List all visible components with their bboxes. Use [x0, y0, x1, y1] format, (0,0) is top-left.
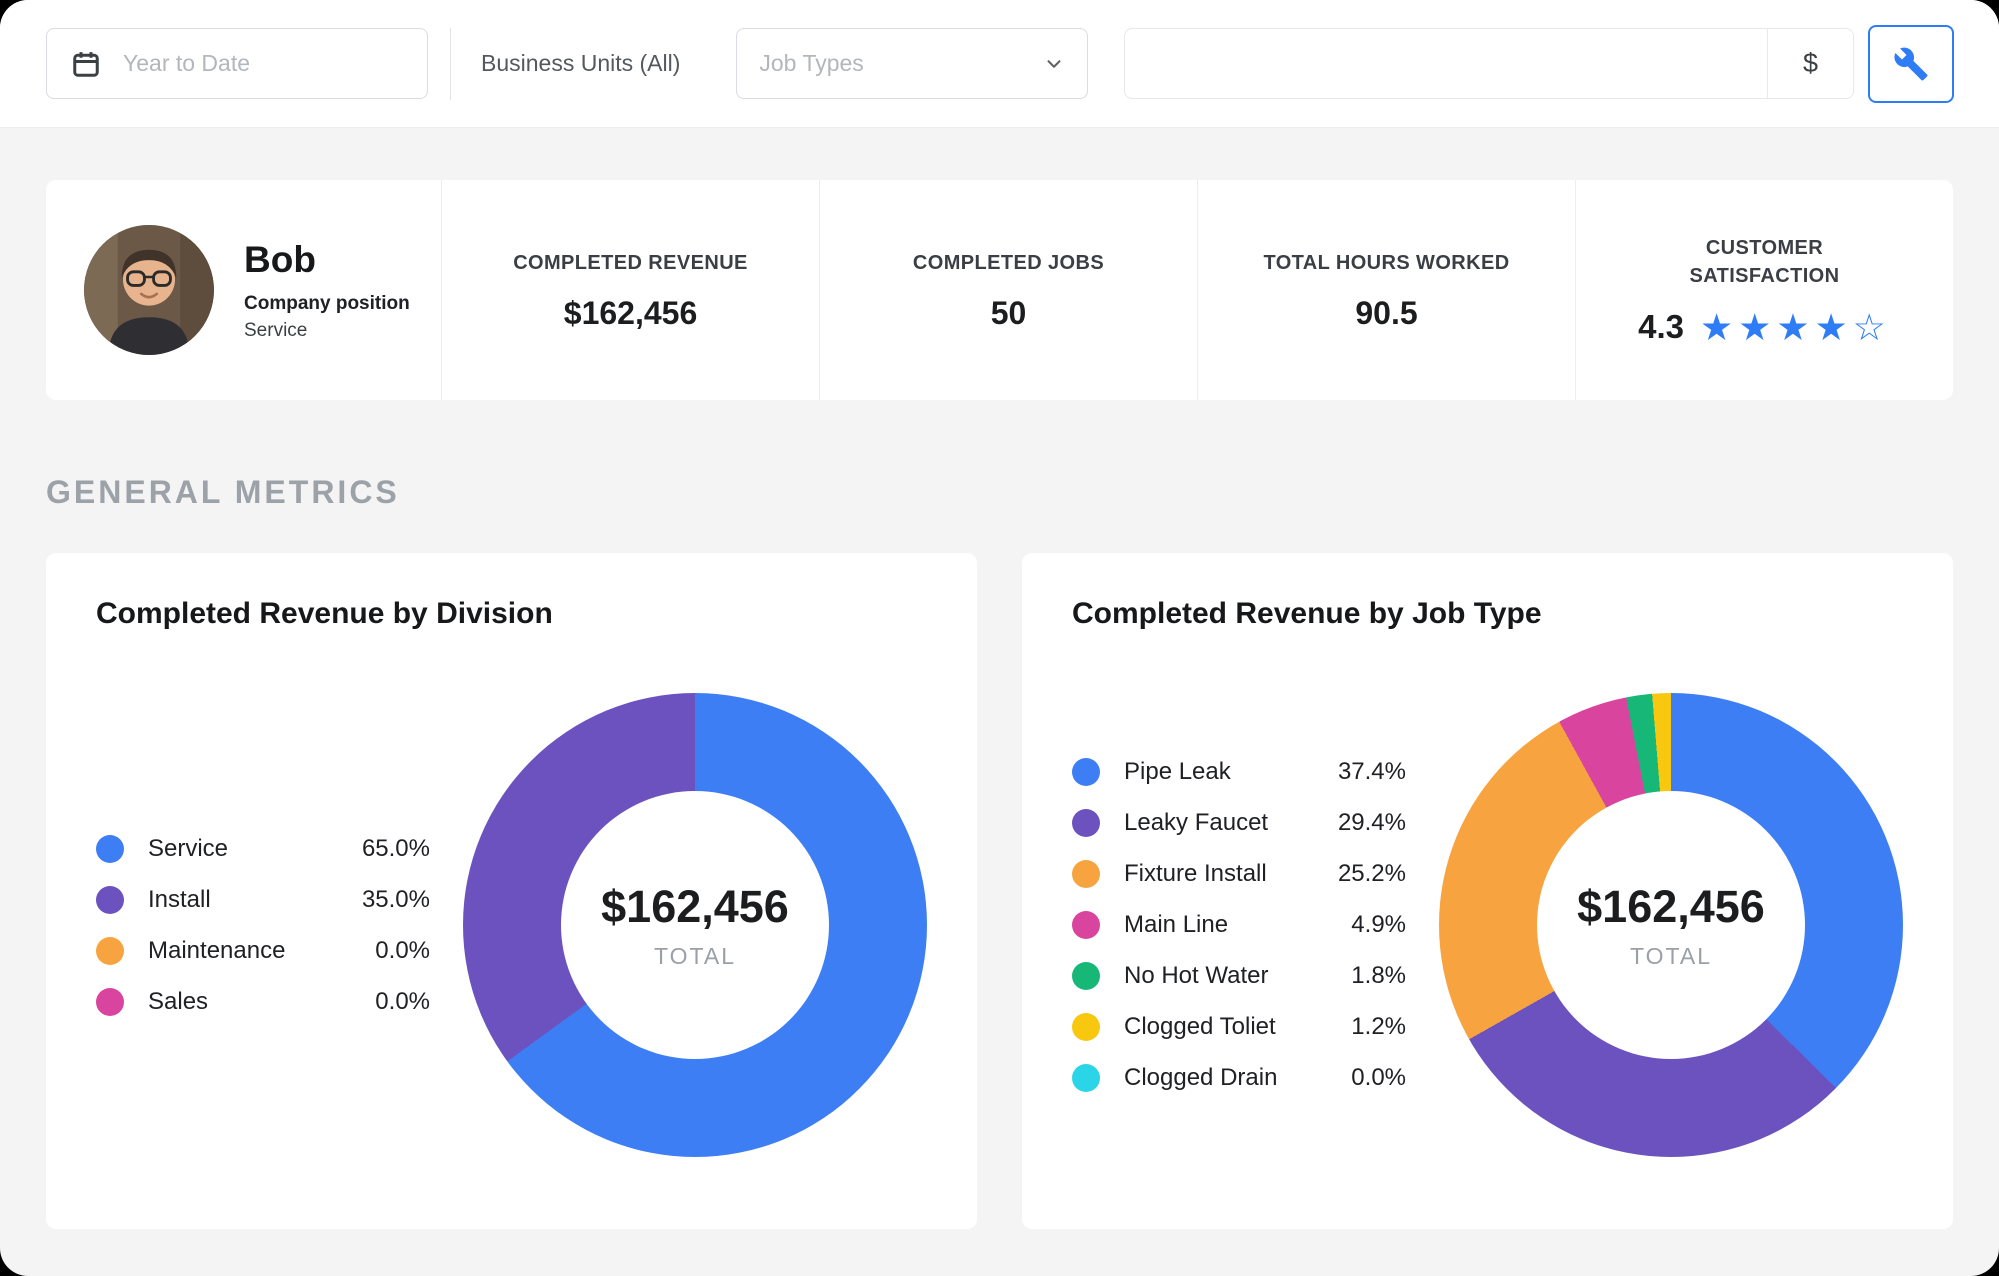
section-title: GENERAL METRICS: [46, 474, 1953, 511]
legend-percentage: 1.8%: [1351, 962, 1406, 990]
revenue-by-job-type-card: Completed Revenue by Job Type Pipe Leak3…: [1022, 553, 1953, 1229]
chart-legend: Pipe Leak37.4%Leaky Faucet29.4%Fixture I…: [1072, 754, 1406, 1096]
charts-row: Completed Revenue by Division Service65.…: [46, 553, 1953, 1229]
legend-percentage: 0.0%: [375, 988, 430, 1016]
stat-completed-revenue: COMPLETED REVENUE $162,456: [441, 180, 819, 400]
donut-chart: $162,456 TOTAL: [1439, 693, 1903, 1157]
legend-item: Maintenance0.0%: [96, 933, 430, 969]
chevron-down-icon: [1043, 53, 1065, 75]
stat-customer-satisfaction: CUSTOMER SATISFACTION 4.3 ★★★★☆: [1575, 180, 1953, 400]
legend-percentage: 37.4%: [1338, 758, 1406, 786]
stat-value: 90.5: [1355, 295, 1417, 332]
legend-color-dot: [96, 886, 124, 914]
filter-toolbar: Year to Date Business Units (All) Job Ty…: [0, 0, 1999, 128]
legend-color-dot: [96, 937, 124, 965]
technician-info: Bob Company position Service: [244, 239, 410, 342]
donut-center: $162,456 TOTAL: [561, 791, 829, 1059]
stat-completed-jobs: COMPLETED JOBS 50: [819, 180, 1197, 400]
toolbar-divider: [450, 28, 451, 100]
wrench-toggle-button[interactable]: [1868, 25, 1954, 103]
legend-label: No Hot Water: [1124, 962, 1351, 990]
legend-color-dot: [1072, 809, 1100, 837]
legend-color-dot: [1072, 1013, 1100, 1041]
legend-item: Leaky Faucet29.4%: [1072, 805, 1406, 841]
date-range-label: Year to Date: [123, 50, 250, 77]
legend-item: Service65.0%: [96, 831, 430, 867]
revenue-by-division-card: Completed Revenue by Division Service65.…: [46, 553, 977, 1229]
stat-label: COMPLETED JOBS: [913, 249, 1104, 277]
technician-position: Company position: [244, 293, 410, 315]
legend-color-dot: [96, 835, 124, 863]
calendar-icon: [71, 49, 101, 79]
chart-body: Pipe Leak37.4%Leaky Faucet29.4%Fixture I…: [1050, 631, 1929, 1219]
search-group: $: [1124, 28, 1854, 99]
legend-percentage: 4.9%: [1351, 911, 1406, 939]
legend-percentage: 25.2%: [1338, 860, 1406, 888]
chart-body: Service65.0%Install35.0%Maintenance0.0%S…: [74, 631, 953, 1219]
satisfaction-rating: 4.3 ★★★★☆: [1638, 308, 1891, 346]
dashboard-page: Year to Date Business Units (All) Job Ty…: [0, 0, 1999, 1276]
job-types-value: Job Types: [759, 50, 863, 77]
legend-label: Maintenance: [148, 937, 375, 965]
technician-profile: Bob Company position Service: [46, 180, 441, 400]
donut-total-label: TOTAL: [654, 943, 736, 970]
legend-color-dot: [1072, 962, 1100, 990]
currency-toggle-button[interactable]: $: [1767, 29, 1853, 98]
search-input[interactable]: [1125, 29, 1767, 98]
legend-percentage: 0.0%: [375, 937, 430, 965]
rating-value: 4.3: [1638, 308, 1684, 346]
donut-total-value: $162,456: [1577, 881, 1765, 933]
stat-value: $162,456: [564, 295, 697, 332]
legend-color-dot: [1072, 860, 1100, 888]
legend-item: Clogged Toliet1.2%: [1072, 1009, 1406, 1045]
technician-name: Bob: [244, 239, 410, 281]
legend-item: Sales0.0%: [96, 984, 430, 1020]
technician-summary-card: Bob Company position Service COMPLETED R…: [46, 180, 1953, 400]
legend-item: Main Line4.9%: [1072, 907, 1406, 943]
legend-percentage: 1.2%: [1351, 1013, 1406, 1041]
job-types-select[interactable]: Job Types: [736, 28, 1088, 99]
chart-title: Completed Revenue by Job Type: [1072, 597, 1929, 631]
legend-label: Pipe Leak: [1124, 758, 1338, 786]
star-rating-icons: ★★★★☆: [1700, 309, 1891, 346]
donut-total-value: $162,456: [601, 881, 789, 933]
legend-label: Clogged Toliet: [1124, 1013, 1351, 1041]
stat-total-hours: TOTAL HOURS WORKED 90.5: [1197, 180, 1575, 400]
legend-item: Fixture Install25.2%: [1072, 856, 1406, 892]
donut-total-label: TOTAL: [1630, 943, 1712, 970]
legend-percentage: 65.0%: [362, 835, 430, 863]
legend-item: No Hot Water1.8%: [1072, 958, 1406, 994]
legend-item: Pipe Leak37.4%: [1072, 754, 1406, 790]
legend-item: Install35.0%: [96, 882, 430, 918]
legend-percentage: 35.0%: [362, 886, 430, 914]
legend-label: Sales: [148, 988, 375, 1016]
legend-label: Install: [148, 886, 362, 914]
date-range-filter[interactable]: Year to Date: [46, 28, 428, 99]
legend-label: Main Line: [1124, 911, 1351, 939]
stat-label: TOTAL HOURS WORKED: [1263, 249, 1509, 277]
technician-department: Service: [244, 320, 410, 342]
chart-title: Completed Revenue by Division: [96, 597, 953, 631]
stat-label: CUSTOMER SATISFACTION: [1665, 234, 1865, 290]
legend-item: Clogged Drain0.0%: [1072, 1060, 1406, 1096]
legend-label: Leaky Faucet: [1124, 809, 1338, 837]
stat-value: 50: [991, 295, 1027, 332]
legend-percentage: 29.4%: [1338, 809, 1406, 837]
legend-color-dot: [1072, 1064, 1100, 1092]
legend-label: Service: [148, 835, 362, 863]
donut-chart: $162,456 TOTAL: [463, 693, 927, 1157]
legend-percentage: 0.0%: [1351, 1064, 1406, 1092]
stat-label: COMPLETED REVENUE: [513, 249, 748, 277]
legend-label: Clogged Drain: [1124, 1064, 1351, 1092]
avatar: [84, 225, 214, 355]
donut-center: $162,456 TOTAL: [1537, 791, 1805, 1059]
legend-color-dot: [1072, 911, 1100, 939]
legend-color-dot: [1072, 758, 1100, 786]
wrench-icon: [1893, 46, 1929, 82]
legend-label: Fixture Install: [1124, 860, 1338, 888]
chart-legend: Service65.0%Install35.0%Maintenance0.0%S…: [96, 831, 430, 1020]
legend-color-dot: [96, 988, 124, 1016]
business-units-filter[interactable]: Business Units (All): [481, 50, 680, 77]
